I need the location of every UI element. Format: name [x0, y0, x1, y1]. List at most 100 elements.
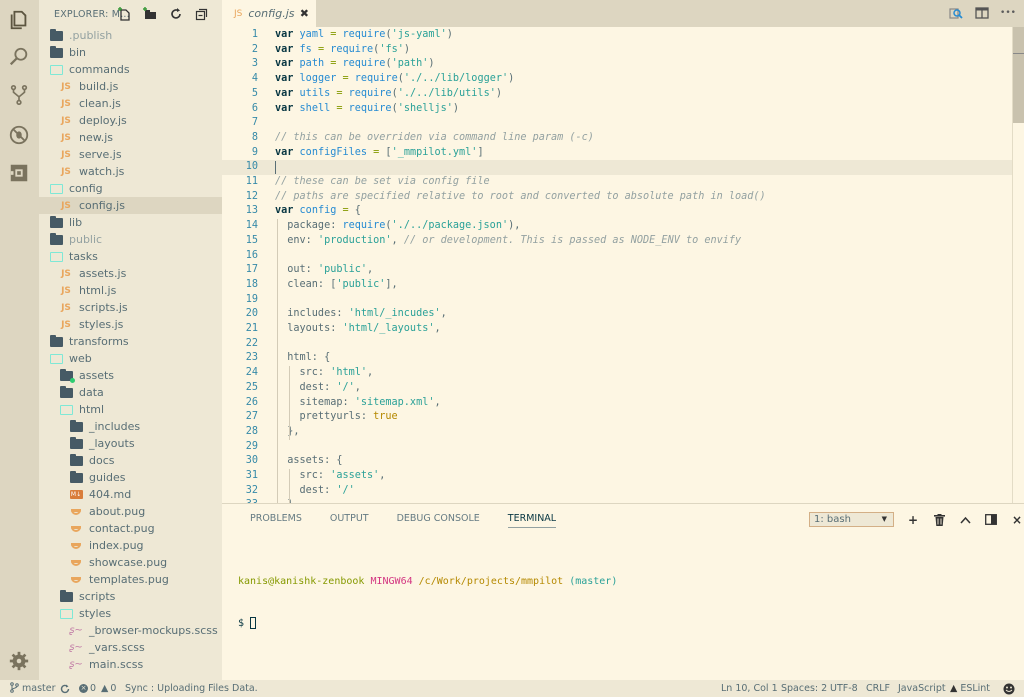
tree-item[interactable]: showcase.pug [39, 554, 222, 571]
tree-item[interactable]: JS styles.js [39, 316, 222, 333]
panel-tab-problems[interactable]: PROBLEMS [250, 513, 302, 528]
tree-item[interactable]: _includes [39, 418, 222, 435]
code-token: true [373, 411, 398, 423]
panel-tab-output[interactable]: OUTPUT [330, 513, 369, 528]
maximize-panel-icon[interactable] [958, 512, 972, 527]
split-editor-icon[interactable] [974, 5, 990, 21]
tree-item-label: _browser-mockups.scss [89, 624, 218, 637]
line-number: 19 [245, 293, 258, 305]
tree-item[interactable]: about.pug [39, 503, 222, 520]
terminal-input-line[interactable]: $ [238, 617, 617, 631]
files-icon[interactable] [8, 9, 30, 31]
tree-item[interactable]: data [39, 384, 222, 401]
extensions-icon[interactable] [8, 162, 30, 184]
tree-item-label: html.js [79, 284, 117, 297]
line-number: 5 [251, 87, 258, 99]
more-icon[interactable]: ••• [1000, 5, 1016, 21]
tree-item[interactable]: JS clean.js [39, 95, 222, 112]
line-ending[interactable]: CRLF [866, 680, 890, 697]
code-token: src: [275, 470, 331, 481]
trash-icon[interactable] [932, 512, 946, 527]
tree-item[interactable]: lib [39, 214, 222, 231]
encoding[interactable]: UTF-8 [830, 680, 858, 697]
line-number: 15 [245, 234, 258, 246]
git-branch-icon[interactable] [8, 84, 30, 106]
tree-item[interactable]: bin [39, 44, 222, 61]
pug-file-icon [69, 574, 83, 586]
open-preview-icon[interactable] [948, 5, 964, 21]
tree-item[interactable]: .publish [39, 27, 222, 44]
code-line: 19 [222, 293, 1012, 308]
tree-item[interactable]: JS new.js [39, 129, 222, 146]
tab-label: config.js [248, 7, 295, 20]
tree-item[interactable]: docs [39, 452, 222, 469]
code-token: yaml [299, 29, 325, 40]
feedback-smiley-icon[interactable] [1003, 680, 1015, 697]
tree-item[interactable]: JS watch.js [39, 163, 222, 180]
tree-item[interactable]: JS deploy.js [39, 112, 222, 129]
scrollbar-thumb[interactable] [1013, 27, 1024, 123]
terminal-select[interactable]: 1: bash ▼ [809, 512, 894, 527]
collapse-all-icon[interactable] [194, 6, 210, 22]
tree-item[interactable]: scripts [39, 588, 222, 605]
problems-status[interactable]: × 0 ▲ 0 [79, 680, 116, 697]
code-token: var [275, 29, 294, 40]
tree-item[interactable]: _layouts [39, 435, 222, 452]
branch-status[interactable]: master [10, 680, 56, 697]
panel-tab-terminal[interactable]: TERMINAL [507, 513, 557, 528]
debug-icon[interactable] [8, 124, 30, 146]
line-number: 26 [245, 396, 258, 408]
tree-item[interactable]: M↓ 404.md [39, 486, 222, 503]
tree-item[interactable]: templates.pug [39, 571, 222, 588]
tree-item[interactable]: styles [39, 605, 222, 622]
code-token: = [330, 87, 349, 99]
gear-icon[interactable] [8, 650, 30, 672]
eslint-status[interactable]: ▲ ESLint [950, 680, 990, 697]
tree-item[interactable]: contact.pug [39, 520, 222, 537]
tree-item[interactable]: assets [39, 367, 222, 384]
code-editor[interactable]: 1 var yaml = require('js-yaml') 2 var fs = … [222, 27, 1024, 503]
close-panel-icon[interactable]: × [1010, 512, 1024, 527]
add-terminal-icon[interactable]: + [906, 512, 920, 527]
language-mode[interactable]: JavaScript [898, 680, 946, 697]
split-panel-icon[interactable] [984, 512, 998, 527]
panel-tab-debug-console[interactable]: DEBUG CONSOLE [397, 513, 480, 528]
tree-item[interactable]: public [39, 231, 222, 248]
tree-item-label: templates.pug [89, 573, 169, 586]
tree-item[interactable]: JS html.js [39, 282, 222, 299]
code-token: sitemap: [275, 396, 355, 408]
close-icon[interactable]: ✖ [300, 7, 309, 20]
terminal-output[interactable]: kanis@kanishk-zenbook MINGW64 /c/Work/pr… [238, 547, 617, 659]
indentation[interactable]: Spaces: 2 [781, 680, 827, 697]
tree-item[interactable]: ʂ~ _vars.scss [39, 639, 222, 656]
code-text: var path = require('path') [275, 57, 435, 72]
tree-item[interactable]: tasks [39, 248, 222, 265]
tree-item[interactable]: ʂ~ _browser-mockups.scss [39, 622, 222, 639]
tab-config-js[interactable]: JS config.js ✖ [222, 0, 316, 27]
tree-item[interactable]: transforms [39, 333, 222, 350]
tree-item[interactable]: JS scripts.js [39, 299, 222, 316]
editor-scrollbar[interactable] [1012, 27, 1024, 503]
refresh-icon[interactable] [168, 6, 184, 22]
tree-item-label: .publish [69, 29, 113, 42]
js-file-icon: JS [61, 268, 71, 279]
tree-item[interactable]: JS config.js [39, 197, 222, 214]
new-folder-icon[interactable] [142, 6, 158, 22]
sync-icon[interactable] [60, 680, 70, 697]
tree-item[interactable]: index.pug [39, 537, 222, 554]
new-file-icon[interactable] [116, 6, 132, 22]
tree-item[interactable]: html [39, 401, 222, 418]
tree-item[interactable]: JS serve.js [39, 146, 222, 163]
tree-item[interactable]: web [39, 350, 222, 367]
code-line: 4 var logger = require('./../lib/logger') [222, 72, 1012, 87]
tree-item[interactable]: config [39, 180, 222, 197]
tree-item[interactable]: JS assets.js [39, 265, 222, 282]
terminal-path: /c/Work/projects/mmpilot [418, 576, 564, 587]
folder-icon [69, 453, 83, 467]
tree-item[interactable]: guides [39, 469, 222, 486]
search-icon[interactable] [8, 46, 30, 68]
cursor-position[interactable]: Ln 10, Col 1 [721, 680, 778, 697]
tree-item[interactable]: commands [39, 61, 222, 78]
tree-item[interactable]: ʂ~ main.scss [39, 656, 222, 673]
tree-item[interactable]: JS build.js [39, 78, 222, 95]
